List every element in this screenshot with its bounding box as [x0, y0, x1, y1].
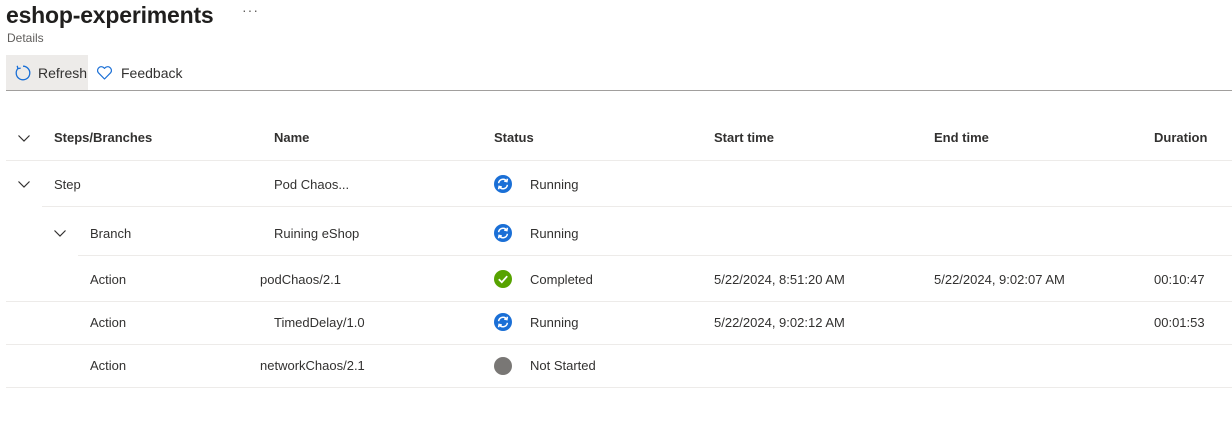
- row-divider: [6, 387, 1232, 388]
- chevron-down-icon[interactable]: [16, 176, 32, 192]
- row-type: Step: [54, 177, 81, 192]
- table-row-branch[interactable]: Branch Ruining eShop Running: [6, 207, 1232, 255]
- collapse-all-chevron-icon[interactable]: [16, 130, 32, 146]
- refresh-label: Refresh: [38, 65, 88, 81]
- completed-icon: [494, 270, 512, 288]
- column-header-steps[interactable]: Steps/Branches: [54, 130, 152, 145]
- row-name: networkChaos/2.1: [260, 358, 365, 373]
- feedback-button[interactable]: Feedback: [96, 55, 182, 91]
- row-start-time: 5/22/2024, 8:51:20 AM: [714, 272, 845, 287]
- row-name: Pod Chaos...: [274, 177, 350, 192]
- table-row-step[interactable]: Step Pod Chaos... Running: [6, 161, 1232, 206]
- row-status: Running: [530, 315, 579, 330]
- column-header-name[interactable]: Name: [274, 130, 309, 145]
- chevron-down-icon[interactable]: [52, 225, 68, 241]
- toolbar-divider: [6, 90, 1232, 91]
- row-duration: 00:10:47: [1154, 272, 1205, 287]
- running-icon: [494, 175, 512, 193]
- page-title: eshop-experiments: [6, 2, 214, 28]
- row-end-time: 5/22/2024, 9:02:07 AM: [934, 272, 1065, 287]
- feedback-label: Feedback: [121, 65, 183, 81]
- heart-icon: [97, 66, 112, 80]
- row-type: Action: [90, 315, 127, 330]
- column-header-end-time[interactable]: End time: [934, 130, 989, 145]
- refresh-button[interactable]: Refresh: [6, 55, 88, 91]
- row-status: Running: [530, 226, 579, 241]
- row-status: Running: [530, 177, 579, 192]
- running-icon: [494, 313, 512, 331]
- not-started-icon: [494, 357, 512, 375]
- page-subtitle: Details: [7, 31, 44, 45]
- more-options-button[interactable]: ···: [242, 2, 259, 18]
- row-start-time: 5/22/2024, 9:02:12 AM: [714, 315, 845, 330]
- row-name: podChaos/2.1: [260, 272, 341, 287]
- table-row-action[interactable]: Action TimedDelay/1.0 Running 5/22/2024,…: [6, 302, 1232, 344]
- column-header-status[interactable]: Status: [494, 130, 534, 145]
- column-header-duration[interactable]: Duration: [1154, 130, 1207, 145]
- row-type: Action: [90, 272, 127, 287]
- table-row-action[interactable]: Action networkChaos/2.1 Not Started: [6, 345, 1232, 387]
- row-duration: 00:01:53: [1154, 315, 1205, 330]
- running-icon: [494, 224, 512, 242]
- row-name: TimedDelay/1.0: [274, 315, 365, 330]
- row-status: Completed: [530, 272, 593, 287]
- column-header-start-time[interactable]: Start time: [714, 130, 774, 145]
- table-row-action[interactable]: Action podChaos/2.1 Completed 5/22/2024,…: [6, 256, 1232, 301]
- row-status: Not Started: [530, 358, 596, 373]
- row-type: Branch: [90, 226, 132, 241]
- row-name: Ruining eShop: [274, 226, 360, 241]
- row-type: Action: [90, 358, 127, 373]
- refresh-icon: [15, 65, 31, 81]
